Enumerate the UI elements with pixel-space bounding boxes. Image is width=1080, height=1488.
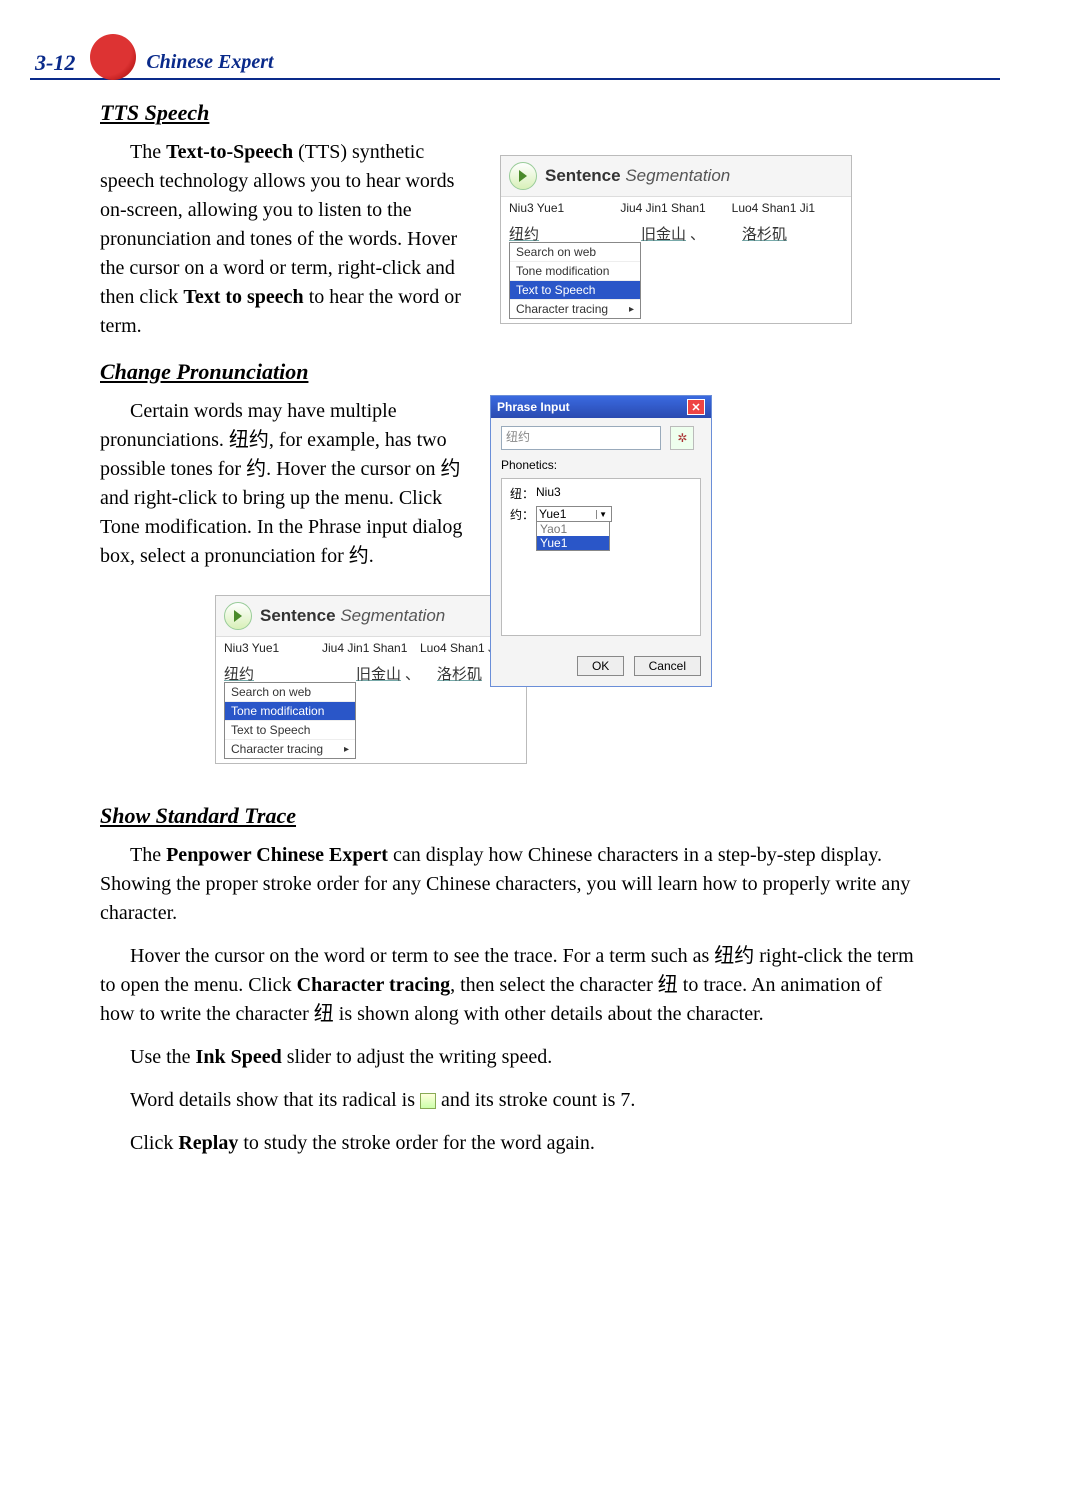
- phrase-input-dialog: Phrase Input ✕ 纽约 ✲ Phonetics: 纽： Niu3 约…: [490, 395, 712, 687]
- phon-char-0: 纽：: [510, 485, 536, 502]
- seg-panel-header: Sentence Segmentation: [501, 156, 851, 197]
- phrase-text-field[interactable]: 纽约: [501, 426, 661, 450]
- trace-p5a: Click: [130, 1132, 178, 1154]
- trace-p2-bold: Character tracing: [297, 974, 450, 996]
- seg2-pinyin-0: Niu3 Yue1: [224, 641, 322, 655]
- seg2-hanzi-2[interactable]: 洛杉矶: [437, 666, 482, 683]
- seg2-title-rest: Segmentation: [336, 606, 446, 625]
- menu2-tone-modification[interactable]: Tone modification: [225, 702, 355, 721]
- trace-para-4: Word details show that its radical is an…: [100, 1086, 920, 1115]
- seg2-pinyin-row: Niu3 Yue1 Jiu4 Jin1 Shan1 Luo4 Shan1 Ji1: [216, 637, 526, 659]
- tts-paragraph: The Text-to-Speech (TTS) synthetic speec…: [100, 138, 470, 341]
- trace-p4b: and its stroke count is 7.: [436, 1089, 635, 1111]
- menu2-search-web[interactable]: Search on web: [225, 683, 355, 702]
- bold-tts2: Text to speech: [183, 286, 303, 308]
- seg2-hanzi-row: 纽约 Search on web Tone modification Text …: [216, 659, 526, 763]
- pronunciation-dropdown[interactable]: Yue1 ▼: [536, 506, 612, 522]
- pinyin-1: Jiu4 Jin1 Shan1: [620, 201, 731, 215]
- menu2-character-tracing-label: Character tracing: [231, 742, 323, 756]
- seg2-pinyin-1: Jiu4 Jin1 Shan1: [322, 641, 420, 655]
- seg2-hanzi-0[interactable]: 纽约: [224, 666, 254, 683]
- trace-p3-bold: Ink Speed: [196, 1046, 282, 1068]
- context-menu-tts[interactable]: Search on web Tone modification Text to …: [509, 242, 641, 319]
- change-paragraph: Certain words may have multiple pronunci…: [100, 397, 470, 571]
- seg-hanzi-row: 纽约 Search on web Tone modification Text …: [501, 219, 851, 323]
- seg2-title-bold: Sentence: [260, 606, 336, 625]
- phonetics-label: Phonetics:: [501, 458, 701, 472]
- seg-pinyin-row: Niu3 Yue1 Jiu4 Jin1 Shan1 Luo4 Shan1 Ji1: [501, 197, 851, 219]
- seg2-comma-1: 、: [405, 666, 420, 683]
- menu-text-to-speech[interactable]: Text to Speech: [510, 281, 640, 300]
- page-header: 3-12 Chinese Expert: [30, 30, 1000, 80]
- trace-para-2: Hover the cursor on the word or term to …: [100, 942, 920, 1029]
- menu-character-tracing-label: Character tracing: [516, 302, 608, 316]
- dialog-title-text: Phrase Input: [497, 400, 570, 414]
- pinyin-2: Luo4 Shan1 Ji1: [732, 201, 843, 215]
- context-menu-change[interactable]: Search on web Tone modification Text to …: [224, 682, 356, 759]
- arrow-right-icon: [224, 602, 252, 630]
- ok-button[interactable]: OK: [577, 656, 624, 676]
- cancel-button[interactable]: Cancel: [634, 656, 701, 676]
- trace-para-1: The Penpower Chinese Expert can display …: [100, 841, 920, 928]
- brand-icon: [90, 34, 136, 80]
- seg-comma-1: 、: [690, 226, 705, 243]
- dropdown-selected: Yue1: [539, 507, 566, 521]
- bold-tts1: Text-to-Speech: [166, 141, 293, 163]
- segmentation-panel-change: Sentence Segmentation Niu3 Yue1 Jiu4 Jin…: [215, 595, 525, 764]
- trace-p4a: Word details show that its radical is: [130, 1089, 420, 1111]
- trace-para-3: Use the Ink Speed slider to adjust the w…: [100, 1043, 920, 1072]
- radical-icon: [420, 1093, 436, 1109]
- seg-title-bold: Sentence: [545, 166, 621, 185]
- section-title-tts: TTS Speech: [100, 100, 1000, 126]
- dropdown-list[interactable]: Yao1 Yue1: [536, 521, 610, 551]
- phon-char-1: 约：: [510, 506, 536, 523]
- trace-para-5: Click Replay to study the stroke order f…: [100, 1129, 920, 1158]
- seg2-hanzi-1[interactable]: 旧金山: [356, 666, 401, 683]
- dropdown-option-0[interactable]: Yao1: [537, 522, 609, 536]
- hanzi-2[interactable]: 洛杉矶: [742, 226, 787, 243]
- chevron-down-icon[interactable]: ▼: [596, 510, 609, 519]
- phon-value-0: Niu3: [536, 485, 561, 499]
- page-number: 3-12: [35, 50, 75, 76]
- close-icon[interactable]: ✕: [687, 399, 705, 415]
- trace-p5-bold: Replay: [178, 1132, 238, 1154]
- section-title-trace: Show Standard Trace: [100, 803, 1000, 829]
- dialog-titlebar[interactable]: Phrase Input ✕: [491, 396, 711, 418]
- segmentation-panel-tts: Sentence Segmentation Niu3 Yue1 Jiu4 Jin…: [500, 155, 852, 324]
- pinyin-0: Niu3 Yue1: [509, 201, 620, 215]
- trace-p5b: to study the stroke order for the word a…: [238, 1132, 595, 1154]
- hanzi-1[interactable]: 旧金山: [641, 226, 686, 243]
- menu2-text-to-speech[interactable]: Text to Speech: [225, 721, 355, 740]
- trace-p1a: The: [130, 844, 166, 866]
- wildcard-button[interactable]: ✲: [670, 426, 694, 450]
- menu-character-tracing[interactable]: Character tracing: [510, 300, 640, 318]
- menu-search-web[interactable]: Search on web: [510, 243, 640, 262]
- seg-title-rest: Segmentation: [621, 166, 731, 185]
- menu2-character-tracing[interactable]: Character tracing: [225, 740, 355, 758]
- menu-tone-modification[interactable]: Tone modification: [510, 262, 640, 281]
- hanzi-0[interactable]: 纽约: [509, 226, 539, 243]
- arrow-right-icon: [509, 162, 537, 190]
- section-title-change: Change Pronunciation: [100, 359, 1000, 385]
- trace-p3a: Use the: [130, 1046, 196, 1068]
- brand-text: Chinese Expert: [146, 51, 273, 74]
- phonetics-grid: 纽： Niu3 约： Yue1 ▼ Yao1 Yue1: [501, 478, 701, 636]
- trace-p1-bold: Penpower Chinese Expert: [166, 844, 388, 866]
- seg-panel-header-2: Sentence Segmentation: [216, 596, 526, 637]
- dropdown-option-1[interactable]: Yue1: [537, 536, 609, 550]
- trace-p3b: slider to adjust the writing speed.: [282, 1046, 553, 1068]
